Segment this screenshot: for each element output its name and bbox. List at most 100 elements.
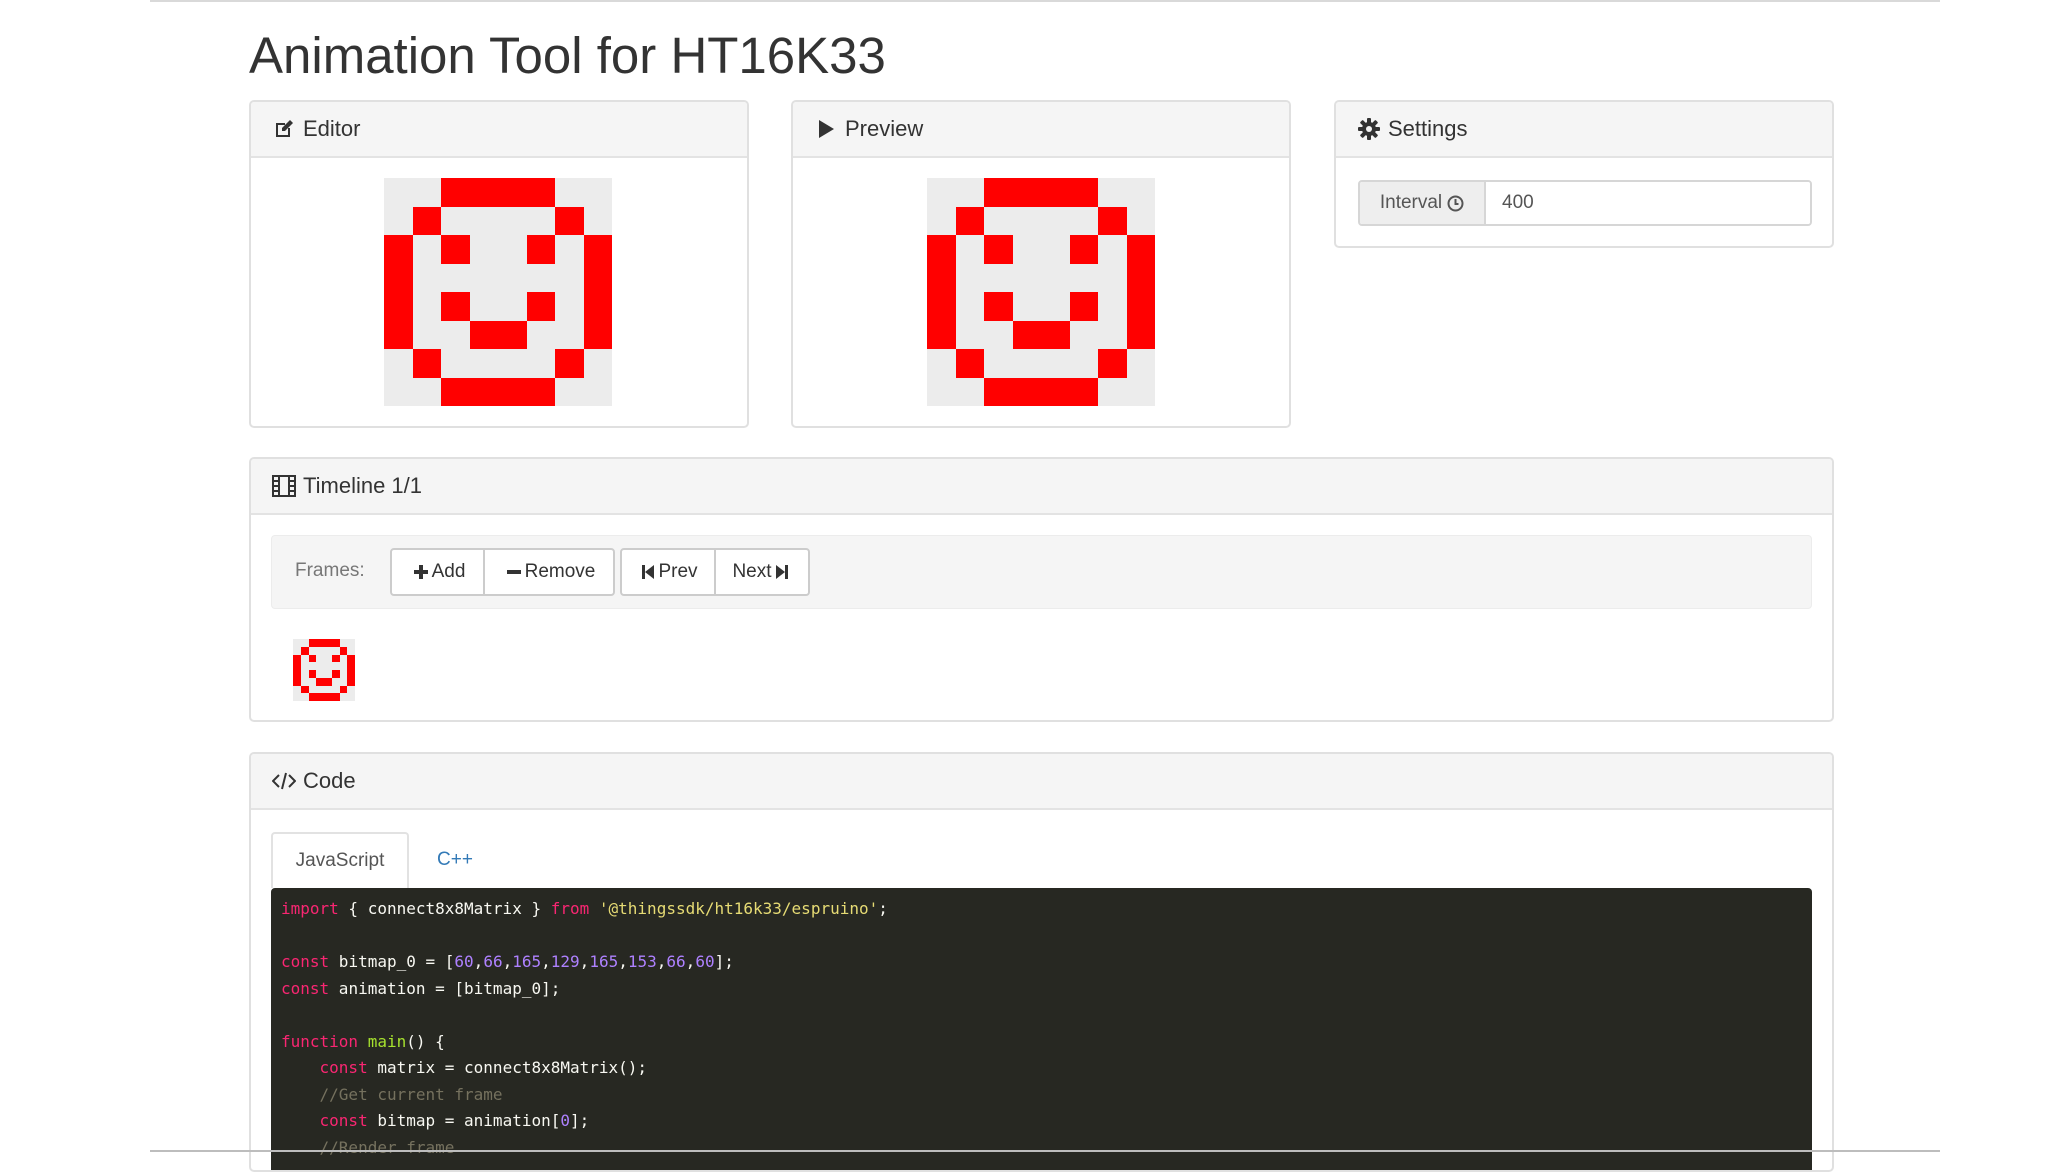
editor-led-r1-c4[interactable]	[498, 207, 527, 236]
prev-frame-label: Prev	[658, 561, 698, 582]
editor-led-r2-c4[interactable]	[498, 235, 527, 264]
editor-led-r0-c5[interactable]	[526, 178, 555, 207]
editor-led-r3-c1[interactable]	[413, 264, 442, 293]
editor-led-r5-c5[interactable]	[527, 321, 556, 350]
editor-led-matrix[interactable]	[384, 178, 612, 406]
editor-led-r7-c7[interactable]	[584, 378, 613, 407]
editor-led-r3-c3[interactable]	[470, 264, 499, 293]
editor-led-r4-c5[interactable]	[526, 292, 555, 321]
editor-led-r5-c4[interactable]	[498, 320, 527, 349]
thumb-led-r6-c3	[316, 686, 324, 694]
editor-led-r2-c0[interactable]	[384, 235, 413, 264]
thumb-led-r2-c1	[301, 655, 309, 663]
editor-led-r0-c6[interactable]	[555, 178, 584, 207]
editor-led-r4-c6[interactable]	[555, 292, 584, 321]
editor-led-r2-c3[interactable]	[470, 235, 499, 264]
editor-led-r6-c0[interactable]	[384, 349, 413, 378]
interval-input[interactable]	[1486, 182, 1810, 224]
editor-led-r0-c1[interactable]	[413, 178, 442, 207]
tab-cpp[interactable]: C++	[409, 832, 501, 888]
editor-led-r3-c6[interactable]	[555, 264, 584, 293]
add-frame-button[interactable]: Add	[390, 548, 485, 596]
editor-led-r1-c0[interactable]	[384, 207, 413, 236]
thumb-led-r3-c0	[293, 662, 301, 670]
preview-panel: Preview	[791, 100, 1291, 428]
editor-led-r0-c7[interactable]	[584, 178, 613, 207]
editor-led-r5-c1[interactable]	[413, 321, 442, 350]
preview-led-r6-c3	[1013, 349, 1042, 378]
editor-led-r7-c6[interactable]	[555, 378, 584, 407]
preview-led-r3-c2	[984, 264, 1013, 293]
editor-led-r5-c6[interactable]	[555, 321, 584, 350]
thumb-led-r5-c7	[347, 677, 355, 686]
minus-icon	[506, 570, 521, 574]
editor-led-r6-c5[interactable]	[527, 349, 556, 378]
editor-led-r6-c2[interactable]	[441, 349, 470, 378]
editor-led-r7-c5[interactable]	[526, 377, 555, 406]
editor-led-r7-c0[interactable]	[384, 378, 413, 407]
interval-label-text: Interval	[1379, 192, 1443, 213]
prev-frame-button[interactable]: Prev	[620, 548, 716, 596]
thumb-led-r4-c1	[301, 670, 309, 678]
editor-led-r0-c0[interactable]	[384, 178, 413, 207]
thumb-led-r5-c4	[324, 677, 332, 686]
next-frame-button[interactable]: Next	[714, 548, 810, 596]
thumb-led-r2-c7	[347, 654, 355, 663]
editor-led-r7-c3[interactable]	[469, 377, 498, 406]
editor-led-r4-c0[interactable]	[384, 292, 413, 321]
editor-led-r2-c2[interactable]	[441, 235, 470, 264]
code-language-tabs: JavaScript C++	[271, 832, 501, 888]
editor-led-r3-c5[interactable]	[527, 264, 556, 293]
editor-led-r7-c4[interactable]	[498, 377, 527, 406]
page-title: Animation Tool for HT16K33	[249, 27, 886, 84]
editor-led-r1-c2[interactable]	[441, 207, 470, 236]
preview-led-r6-c5	[1070, 349, 1099, 378]
preview-led-r3-c6	[1098, 264, 1127, 293]
preview-led-r3-c5	[1070, 264, 1099, 293]
editor-led-r1-c6[interactable]	[555, 206, 584, 235]
thumb-led-r0-c2	[308, 639, 317, 647]
editor-led-r5-c2[interactable]	[441, 321, 470, 350]
code-panel: Code JavaScript C++ import { connect8x8M…	[249, 752, 1834, 1172]
remove-frame-button[interactable]: Remove	[483, 548, 615, 596]
editor-led-r1-c5[interactable]	[527, 207, 556, 236]
editor-led-r1-c3[interactable]	[470, 207, 499, 236]
editor-led-r3-c0[interactable]	[384, 263, 413, 292]
thumb-led-r7-c5	[331, 693, 340, 701]
frame-thumbnail[interactable]	[293, 639, 355, 701]
editor-led-r2-c5[interactable]	[526, 235, 555, 264]
editor-led-r6-c6[interactable]	[555, 349, 584, 378]
preview-led-r5-c4	[1041, 320, 1070, 349]
editor-led-r2-c6[interactable]	[555, 235, 584, 264]
editor-led-r1-c7[interactable]	[584, 207, 613, 236]
editor-led-r5-c3[interactable]	[469, 320, 498, 349]
code-block: import { connect8x8Matrix } from '@thing…	[271, 888, 1812, 1170]
editor-led-r5-c0[interactable]	[384, 320, 413, 349]
thumb-led-r5-c0	[293, 677, 301, 686]
editor-led-r3-c2[interactable]	[441, 264, 470, 293]
editor-led-r4-c7[interactable]	[583, 292, 612, 321]
editor-led-r5-c7[interactable]	[583, 320, 612, 349]
editor-led-r6-c4[interactable]	[498, 349, 527, 378]
editor-led-r6-c3[interactable]	[470, 349, 499, 378]
editor-led-r2-c7[interactable]	[583, 235, 612, 264]
editor-led-r0-c3[interactable]	[469, 178, 498, 207]
editor-led-r4-c2[interactable]	[441, 292, 470, 321]
editor-led-r7-c1[interactable]	[413, 378, 442, 407]
preview-led-r5-c0	[927, 320, 956, 349]
preview-led-r0-c7	[1127, 178, 1156, 207]
tab-javascript[interactable]: JavaScript	[271, 832, 409, 888]
editor-led-r0-c2[interactable]	[441, 178, 470, 207]
editor-led-r4-c1[interactable]	[413, 292, 442, 321]
editor-led-r4-c4[interactable]	[498, 292, 527, 321]
editor-led-r4-c3[interactable]	[470, 292, 499, 321]
editor-led-r2-c1[interactable]	[413, 235, 442, 264]
editor-led-r3-c4[interactable]	[498, 264, 527, 293]
editor-led-r6-c1[interactable]	[412, 349, 441, 378]
editor-led-r3-c7[interactable]	[583, 263, 612, 292]
editor-led-r6-c7[interactable]	[584, 349, 613, 378]
editor-led-r1-c1[interactable]	[412, 206, 441, 235]
preview-led-r0-c6	[1098, 178, 1127, 207]
editor-led-r7-c2[interactable]	[441, 377, 470, 406]
editor-led-r0-c4[interactable]	[498, 178, 527, 207]
